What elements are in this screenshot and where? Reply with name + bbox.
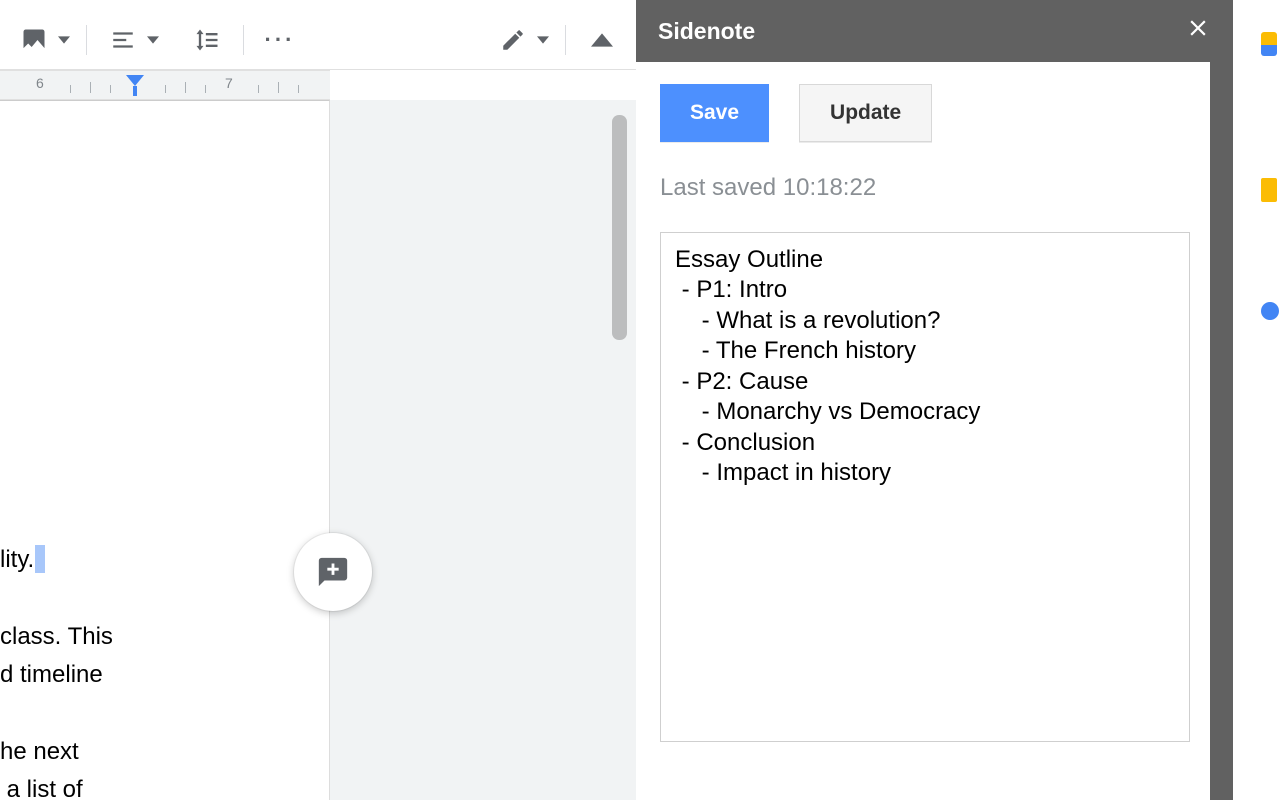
caret-down-icon[interactable]	[58, 34, 70, 46]
sidenote-header: Sidenote	[636, 0, 1233, 62]
line-spacing-button[interactable]	[187, 20, 227, 60]
ruler[interactable]: 6 7	[0, 70, 330, 100]
caret-down-icon[interactable]	[537, 34, 549, 46]
sidenote-body: Save Update Last saved 10:18:22	[636, 62, 1233, 800]
close-icon	[1185, 15, 1211, 41]
sidenote-panel: Sidenote Save Update Last saved 10:18:22	[636, 0, 1233, 800]
note-textarea[interactable]	[660, 232, 1190, 742]
addon-icon[interactable]	[1261, 32, 1277, 56]
scrollbar-thumb[interactable]	[612, 115, 627, 340]
document-text[interactable]: lity. class. This d timeline he next a l…	[0, 541, 329, 810]
close-button[interactable]	[1185, 15, 1211, 47]
collapse-menus-button[interactable]	[582, 20, 622, 60]
indent-marker-icon[interactable]	[126, 75, 144, 86]
addon-icon[interactable]	[1261, 302, 1279, 320]
caret-down-icon[interactable]	[147, 34, 159, 46]
last-saved-status: Last saved 10:18:22	[660, 174, 1209, 202]
editing-mode-button[interactable]	[493, 20, 533, 60]
indent-stem[interactable]	[133, 86, 137, 96]
more-button[interactable]: ···	[260, 20, 300, 60]
update-button[interactable]: Update	[799, 84, 932, 142]
addon-icon[interactable]	[1261, 178, 1277, 202]
text-selection	[35, 545, 45, 573]
ruler-number: 6	[36, 75, 44, 91]
toolbar: ···	[0, 10, 636, 70]
ruler-number: 7	[225, 75, 233, 91]
save-button[interactable]: Save	[660, 84, 769, 142]
insert-image-button[interactable]	[14, 20, 54, 60]
document-page[interactable]: lity. class. This d timeline he next a l…	[0, 100, 330, 800]
comment-plus-icon	[316, 555, 350, 589]
sidepanel-scrollbar[interactable]	[1210, 62, 1233, 800]
add-comment-button[interactable]	[294, 533, 372, 611]
align-button[interactable]	[103, 20, 143, 60]
right-addons-rail	[1255, 0, 1280, 800]
sidenote-title: Sidenote	[658, 18, 755, 45]
